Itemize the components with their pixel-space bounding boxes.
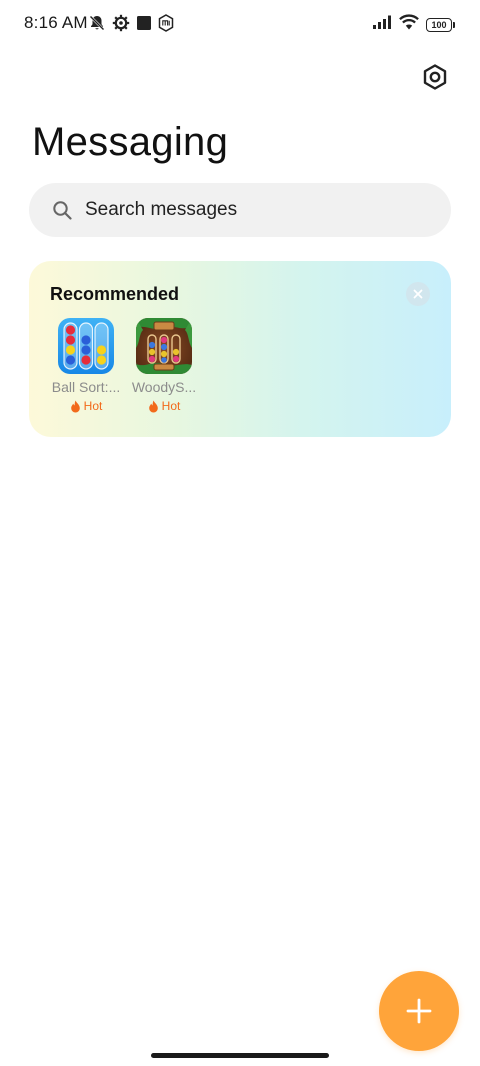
hot-badge-label: Hot — [83, 399, 103, 413]
search-icon — [51, 199, 73, 221]
wifi-icon — [399, 14, 419, 35]
notifications-off-icon — [88, 14, 106, 37]
status-time: 8:16 AM — [24, 13, 88, 32]
recommended-app-ball-sort[interactable]: Ball Sort:... Hot — [51, 318, 121, 413]
battery-icon: 100 — [426, 17, 455, 32]
square-icon — [136, 15, 152, 36]
recommended-close-button[interactable] — [406, 282, 430, 306]
fire-icon — [148, 400, 158, 412]
page-title: Messaging — [32, 120, 229, 164]
hot-badge-label: Hot — [161, 399, 181, 413]
plus-icon — [406, 998, 432, 1024]
status-bar: 8:16 AM 100 — [0, 0, 480, 48]
home-indicator[interactable] — [151, 1053, 329, 1058]
settings-button[interactable] — [420, 62, 450, 92]
hot-badge: Hot — [70, 399, 103, 413]
search-bar[interactable] — [29, 183, 451, 237]
signal-icon — [372, 14, 392, 35]
messaging-screen: 8:16 AM 100 Messaging Search messages Re… — [0, 0, 480, 1066]
fire-icon — [70, 400, 80, 412]
recommended-app-woody-sort[interactable]: WoodyS... Hot — [129, 318, 199, 413]
recommended-apps: Ball Sort:... Hot WoodyS... Hot — [51, 318, 199, 413]
ball-sort-app-icon — [58, 318, 114, 374]
app-name: WoodyS... — [131, 379, 197, 395]
woody-sort-app-icon — [136, 318, 192, 374]
new-message-button[interactable] — [379, 971, 459, 1051]
settings-gear-icon — [112, 14, 130, 37]
search-input[interactable] — [85, 199, 405, 221]
recommended-title: Recommended — [50, 284, 180, 304]
status-right-icons: 100 — [372, 14, 455, 35]
close-icon — [413, 289, 423, 299]
settings-icon — [423, 64, 447, 90]
hot-badge: Hot — [148, 399, 181, 413]
recommended-card: Recommended Ball Sort:... Hot WoodyS... … — [29, 261, 451, 437]
app-name: Ball Sort:... — [51, 379, 121, 395]
status-left-icons — [88, 14, 174, 37]
mi-icon — [158, 14, 174, 37]
